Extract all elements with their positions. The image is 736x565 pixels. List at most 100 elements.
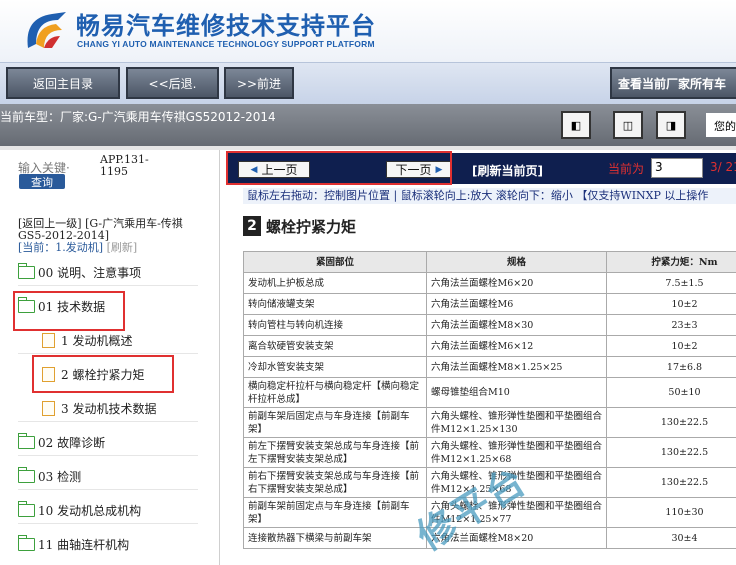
table-row: 前副车架后固定点与车身连接【前副车架】 六角头螺栓、锥形弹性垫圈和平垫圈组合件M1… (243, 407, 736, 438)
table-row: 发动机上护板总成 六角法兰面螺栓M6×20 7.5±1.5 (243, 272, 736, 294)
cell: 23±3 (606, 314, 736, 336)
cell: 六角法兰面螺栓M6×20 (426, 272, 607, 294)
cell: 六角头螺栓、锥形弹性垫圈和平垫圈组合件M12×1.25×68 (426, 437, 607, 468)
cell: 前副车架后固定点与车身连接【前副车架】 (243, 407, 427, 438)
tree-item-11[interactable]: 11 曲轴连杆机构 (18, 534, 129, 554)
cell: 7.5±1.5 (606, 272, 736, 294)
table-row: 横向稳定杆拉杆与横向稳定杆【横向稳定杆拉杆总成】 螺母锥垫组合M10 50±10 (243, 377, 736, 408)
column-header: 规格 (426, 251, 607, 273)
tree-item-03[interactable]: 03 检测 (18, 466, 81, 486)
pane-right-icon[interactable]: ◨ (656, 111, 686, 139)
cell: 六角法兰面螺栓M6 (426, 293, 607, 315)
page-number-input[interactable]: 3 (651, 158, 703, 178)
table-row: 连接散热器下横梁与前副车架 六角法兰面螺栓M8×20 30±4 (243, 527, 736, 549)
current-vehicle-label: 当前车型：厂家:G-广汽乘用车传祺GS52012-2014 (0, 110, 276, 124)
view-all-vehicles-button[interactable]: 查看当前厂家所有车 (610, 67, 736, 99)
cell: 10±2 (606, 335, 736, 357)
tree-item-label: 3 发动机技术数据 (61, 401, 157, 416)
vehicle-bar: 当前车型：厂家:G-广汽乘用车传祺GS52012-2014 ◧ ◫ ◨ 您的 (0, 104, 736, 146)
cell: 螺母锥垫组合M10 (426, 377, 607, 408)
cell: 前右下摆臂安装支架总成与车身连接【前右下摆臂安装支架总成】 (243, 467, 427, 498)
crumb-refresh-link[interactable]: [刷新] (107, 241, 138, 254)
app-title: 畅易汽车维修技术支持平台 (76, 12, 376, 40)
user-greeting: 您的 (706, 113, 736, 137)
pane-left-icon[interactable]: ◧ (561, 111, 591, 139)
refresh-page-link[interactable]: [刷新当前页] (472, 162, 543, 179)
cell: 转向储液罐支架 (243, 293, 427, 315)
highlight-box (226, 151, 452, 185)
cell: 连接散热器下横梁与前副车架 (243, 527, 427, 549)
cell: 六角法兰面螺栓M8×1.25×25 (426, 356, 607, 378)
cell: 前左下摆臂安装支架总成与车身连接【前左下摆臂安装支架总成】 (243, 437, 427, 468)
table-row: 转向管柱与转向机连接 六角法兰面螺栓M8×30 23±3 (243, 314, 736, 336)
separator (18, 353, 198, 354)
table-header: 紧固部位 规格 拧紧力矩：Nm (243, 251, 736, 273)
cell: 130±22.5 (606, 407, 736, 438)
tree-item-label: 00 说明、注意事项 (38, 265, 142, 280)
cell: 110±30 (606, 497, 736, 528)
search-button[interactable]: 查询 (19, 174, 65, 189)
tree-item-00[interactable]: 00 说明、注意事项 (18, 262, 141, 282)
cell: 六角法兰面螺栓M8×30 (426, 314, 607, 336)
section-number: 2 (243, 216, 261, 236)
nav-bar: 返回主目录 <<后退. >>前进 查看当前厂家所有车 (0, 62, 736, 104)
cell: 10±2 (606, 293, 736, 315)
separator (18, 285, 198, 286)
tree-item-engine-tech-data[interactable]: 3 发动机技术数据 (42, 398, 156, 418)
cell: 离合软硬管安装支架 (243, 335, 427, 357)
search-value-line2: 1195 (100, 165, 128, 178)
app-header: 畅易汽车维修技术支持平台 CHANG YI AUTO MAINTENANCE T… (0, 0, 736, 62)
highlight-box (13, 291, 125, 331)
cell: 发动机上护板总成 (243, 272, 427, 294)
back-button[interactable]: <<后退. (126, 67, 219, 99)
highlight-box (32, 355, 174, 393)
tree-item-engine-overview[interactable]: 1 发动机概述 (42, 330, 132, 350)
tree-item-label: 10 发动机总成机构 (38, 503, 142, 518)
crumb-current: [当前：1.发动机] (18, 241, 104, 254)
tree-item-02[interactable]: 02 故障诊断 (18, 432, 105, 452)
separator (18, 455, 198, 456)
table-row: 离合软硬管安装支架 六角法兰面螺栓M6×12 10±2 (243, 335, 736, 357)
separator (18, 523, 198, 524)
cell: 横向稳定杆拉杆与横向稳定杆【横向稳定杆拉杆总成】 (243, 377, 427, 408)
folder-icon (18, 262, 35, 279)
cell: 六角头螺栓、锥形弹性垫圈和平垫圈组合件M12×1.25×130 (426, 407, 607, 438)
table-row: 冷却水管安装支架 六角法兰面螺栓M8×1.25×25 17±6.8 (243, 356, 736, 378)
pane-split-icon[interactable]: ◫ (613, 111, 643, 139)
tree-item-label: 1 发动机概述 (61, 333, 133, 348)
usage-tip: 鼠标左右拖动：控制图片位置 | 鼠标滚轮向上:放大 滚轮向下：缩小 【仅支持WI… (243, 188, 736, 204)
folder-icon (18, 432, 35, 449)
tree-item-10[interactable]: 10 发动机总成机构 (18, 500, 141, 520)
section-title: 螺栓拧紧力矩 (266, 218, 357, 236)
breadcrumb: [返回上一级] [G-广汽乘用车-传祺GS5-2012-2014] [当前：1.… (18, 218, 208, 254)
cell: 50±10 (606, 377, 736, 408)
cell: 冷却水管安装支架 (243, 356, 427, 378)
cell: 30±4 (606, 527, 736, 549)
cell: 六角法兰面螺栓M6×12 (426, 335, 607, 357)
page-count: 3/ 216 (710, 160, 736, 174)
search-input[interactable]: APP.131- 1195 (100, 154, 149, 178)
column-header: 紧固部位 (243, 251, 427, 273)
folder-icon (18, 534, 35, 551)
separator (18, 489, 198, 490)
folder-icon (18, 500, 35, 517)
cell: 转向管柱与转向机连接 (243, 314, 427, 336)
folder-icon (18, 466, 35, 483)
cell: 130±22.5 (606, 437, 736, 468)
cell: 前副车架前固定点与车身连接【前副车架】 (243, 497, 427, 528)
tree-item-label: 11 曲轴连杆机构 (38, 537, 130, 552)
logo-icon (27, 12, 66, 48)
cell: 130±22.5 (606, 467, 736, 498)
app-subtitle: CHANG YI AUTO MAINTENANCE TECHNOLOGY SUP… (77, 39, 375, 49)
current-page-label: 当前为 (608, 162, 645, 176)
table-row: 转向储液罐支架 六角法兰面螺栓M6 10±2 (243, 293, 736, 315)
sidebar: 输入关键· APP.131- 1195 查询 [返回上一级] [G-广汽乘用车-… (0, 150, 220, 565)
back-main-button[interactable]: 返回主目录 (6, 67, 120, 99)
tree-item-label: 02 故障诊断 (38, 435, 106, 450)
cell: 17±6.8 (606, 356, 736, 378)
document-icon (42, 400, 55, 416)
forward-button[interactable]: >>前进 (224, 67, 294, 99)
column-header: 拧紧力矩：Nm (606, 251, 736, 273)
tree-item-label: 03 检测 (38, 469, 82, 484)
separator (18, 421, 198, 422)
